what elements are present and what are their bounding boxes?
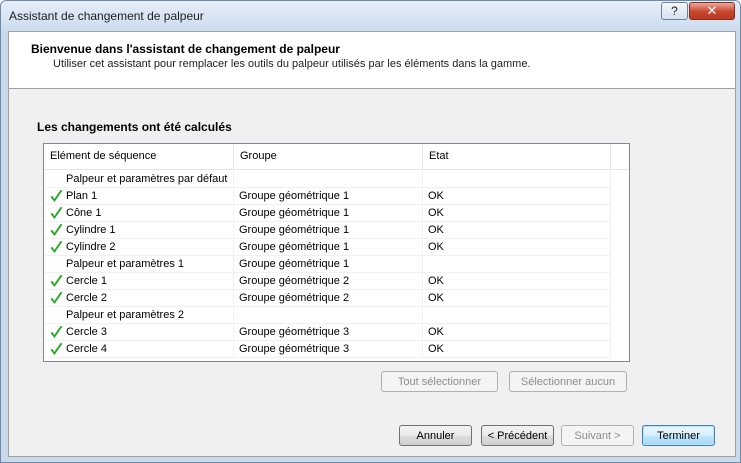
select-all-button[interactable]: Tout sélectionner (381, 371, 498, 392)
cell-state (423, 256, 611, 273)
cell-element: Palpeur et paramètres 2 (44, 307, 234, 324)
previous-button[interactable]: < Précédent (481, 425, 554, 446)
element-label: Plan 1 (66, 190, 98, 202)
window-title: Assistant de changement de palpeur (9, 9, 204, 23)
header-title: Bienvenue dans l'assistant de changement… (31, 42, 340, 56)
cell-element: Plan 1 (44, 188, 234, 205)
cell-state: OK (423, 273, 611, 290)
cell-state (423, 307, 611, 324)
cell-element: Cylindre 2 (44, 239, 234, 256)
cell-group: Groupe géométrique 1 (234, 222, 423, 239)
cell-element: Cercle 1 (44, 273, 234, 290)
cell-group: Groupe géométrique 1 (234, 205, 423, 222)
table-row[interactable]: Cylindre 1 Groupe géométrique 1 OK (44, 222, 629, 239)
wizard-header: Bienvenue dans l'assistant de changement… (9, 32, 735, 89)
cancel-button[interactable]: Annuler (399, 425, 472, 446)
changes-list[interactable]: Elément de séquence Groupe Etat Palpeur … (43, 143, 630, 362)
table-row[interactable]: Cercle 4 Groupe géométrique 3 OK (44, 341, 629, 358)
cell-element: Cercle 3 (44, 324, 234, 341)
cell-element: Cône 1 (44, 205, 234, 222)
cell-state: OK (423, 188, 611, 205)
check-icon (50, 241, 63, 253)
table-row[interactable]: Palpeur et paramètres 2 (44, 307, 629, 324)
close-button[interactable]: ✕ (689, 2, 735, 20)
cell-group (234, 171, 423, 188)
cell-state: OK (423, 222, 611, 239)
header-subtitle: Utiliser cet assistant pour remplacer le… (53, 58, 531, 70)
element-label: Cercle 1 (66, 275, 107, 287)
section-title: Les changements ont été calculés (37, 120, 232, 134)
check-icon (50, 275, 63, 287)
cell-element: Cercle 2 (44, 290, 234, 307)
element-label: Cylindre 1 (66, 224, 116, 236)
next-button[interactable]: Suivant > (561, 425, 634, 446)
element-label: Palpeur et paramètres 2 (66, 309, 185, 321)
wizard-body: Bienvenue dans l'assistant de changement… (8, 31, 736, 457)
cell-group: Groupe géométrique 3 (234, 324, 423, 341)
element-label: Cylindre 2 (66, 241, 116, 253)
list-header: Elément de séquence Groupe Etat (44, 144, 629, 170)
table-row[interactable]: Cône 1 Groupe géométrique 1 OK (44, 205, 629, 222)
cell-state (423, 171, 611, 188)
cell-group: Groupe géométrique 1 (234, 256, 423, 273)
column-header-filler (611, 144, 629, 169)
check-icon (50, 326, 63, 338)
element-label: Cercle 3 (66, 326, 107, 338)
cell-element: Palpeur et paramètres 1 (44, 256, 234, 273)
table-row[interactable]: Cylindre 2 Groupe géométrique 1 OK (44, 239, 629, 256)
table-row[interactable]: Cercle 1 Groupe géométrique 2 OK (44, 273, 629, 290)
cell-state: OK (423, 290, 611, 307)
element-label: Palpeur et paramètres 1 (66, 258, 185, 270)
select-none-button[interactable]: Sélectionner aucun (509, 371, 627, 392)
cell-group: Groupe géométrique 2 (234, 290, 423, 307)
cell-group (234, 307, 423, 324)
table-row[interactable]: Cercle 2 Groupe géométrique 2 OK (44, 290, 629, 307)
column-header-state[interactable]: Etat (423, 144, 611, 169)
cell-state: OK (423, 239, 611, 256)
check-icon (50, 224, 63, 236)
table-row[interactable]: Palpeur et paramètres par défaut (44, 171, 629, 188)
cell-element: Cylindre 1 (44, 222, 234, 239)
cell-group: Groupe géométrique 3 (234, 341, 423, 358)
cell-state: OK (423, 205, 611, 222)
cell-element: Palpeur et paramètres par défaut (44, 171, 234, 188)
cell-state: OK (423, 341, 611, 358)
check-icon (50, 190, 63, 202)
cell-state: OK (423, 324, 611, 341)
cell-group: Groupe géométrique 2 (234, 273, 423, 290)
cell-group: Groupe géométrique 1 (234, 188, 423, 205)
column-header-element[interactable]: Elément de séquence (44, 144, 234, 169)
element-label: Cercle 4 (66, 343, 107, 355)
element-label: Cercle 2 (66, 292, 107, 304)
column-header-group[interactable]: Groupe (234, 144, 423, 169)
table-row[interactable]: Cercle 3 Groupe géométrique 3 OK (44, 324, 629, 341)
table-row[interactable]: Palpeur et paramètres 1 Groupe géométriqu… (44, 256, 629, 273)
element-label: Palpeur et paramètres par défaut (66, 173, 228, 185)
check-icon (50, 343, 63, 355)
title-bar[interactable]: Assistant de changement de palpeur ? ✕ (1, 1, 740, 31)
finish-button[interactable]: Terminer (642, 425, 715, 446)
element-label: Cône 1 (66, 207, 102, 219)
wizard-window: Assistant de changement de palpeur ? ✕ B… (0, 0, 741, 463)
table-row[interactable]: Plan 1 Groupe géométrique 1 OK (44, 188, 629, 205)
help-button[interactable]: ? (661, 2, 688, 20)
check-icon (50, 207, 63, 219)
cell-element: Cercle 4 (44, 341, 234, 358)
check-icon (50, 292, 63, 304)
cell-group: Groupe géométrique 1 (234, 239, 423, 256)
